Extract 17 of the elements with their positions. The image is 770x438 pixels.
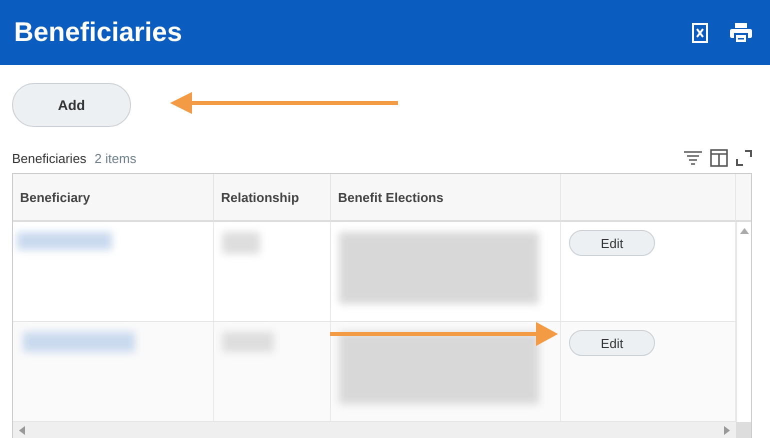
redacted-text xyxy=(222,232,260,254)
edit-button[interactable]: Edit xyxy=(569,330,655,356)
filter-icon[interactable] xyxy=(684,151,702,165)
print-icon[interactable] xyxy=(730,22,752,42)
scrollbar-corner xyxy=(736,422,751,438)
vertical-scrollbar[interactable] xyxy=(736,222,751,422)
column-header[interactable]: Benefit Elections xyxy=(331,174,561,222)
edit-button[interactable]: Edit xyxy=(569,230,655,256)
expand-icon[interactable] xyxy=(736,150,752,166)
item-count: 2 items xyxy=(94,150,138,166)
add-button[interactable]: Add xyxy=(12,83,131,127)
column-header[interactable]: Beneficiary xyxy=(13,174,214,222)
excel-export-icon[interactable] xyxy=(692,22,708,42)
table-title: Beneficiaries xyxy=(12,150,86,166)
column-header[interactable]: Relationship xyxy=(214,174,331,222)
page-title: Beneficiaries xyxy=(14,17,184,48)
columns-icon[interactable] xyxy=(710,149,728,167)
